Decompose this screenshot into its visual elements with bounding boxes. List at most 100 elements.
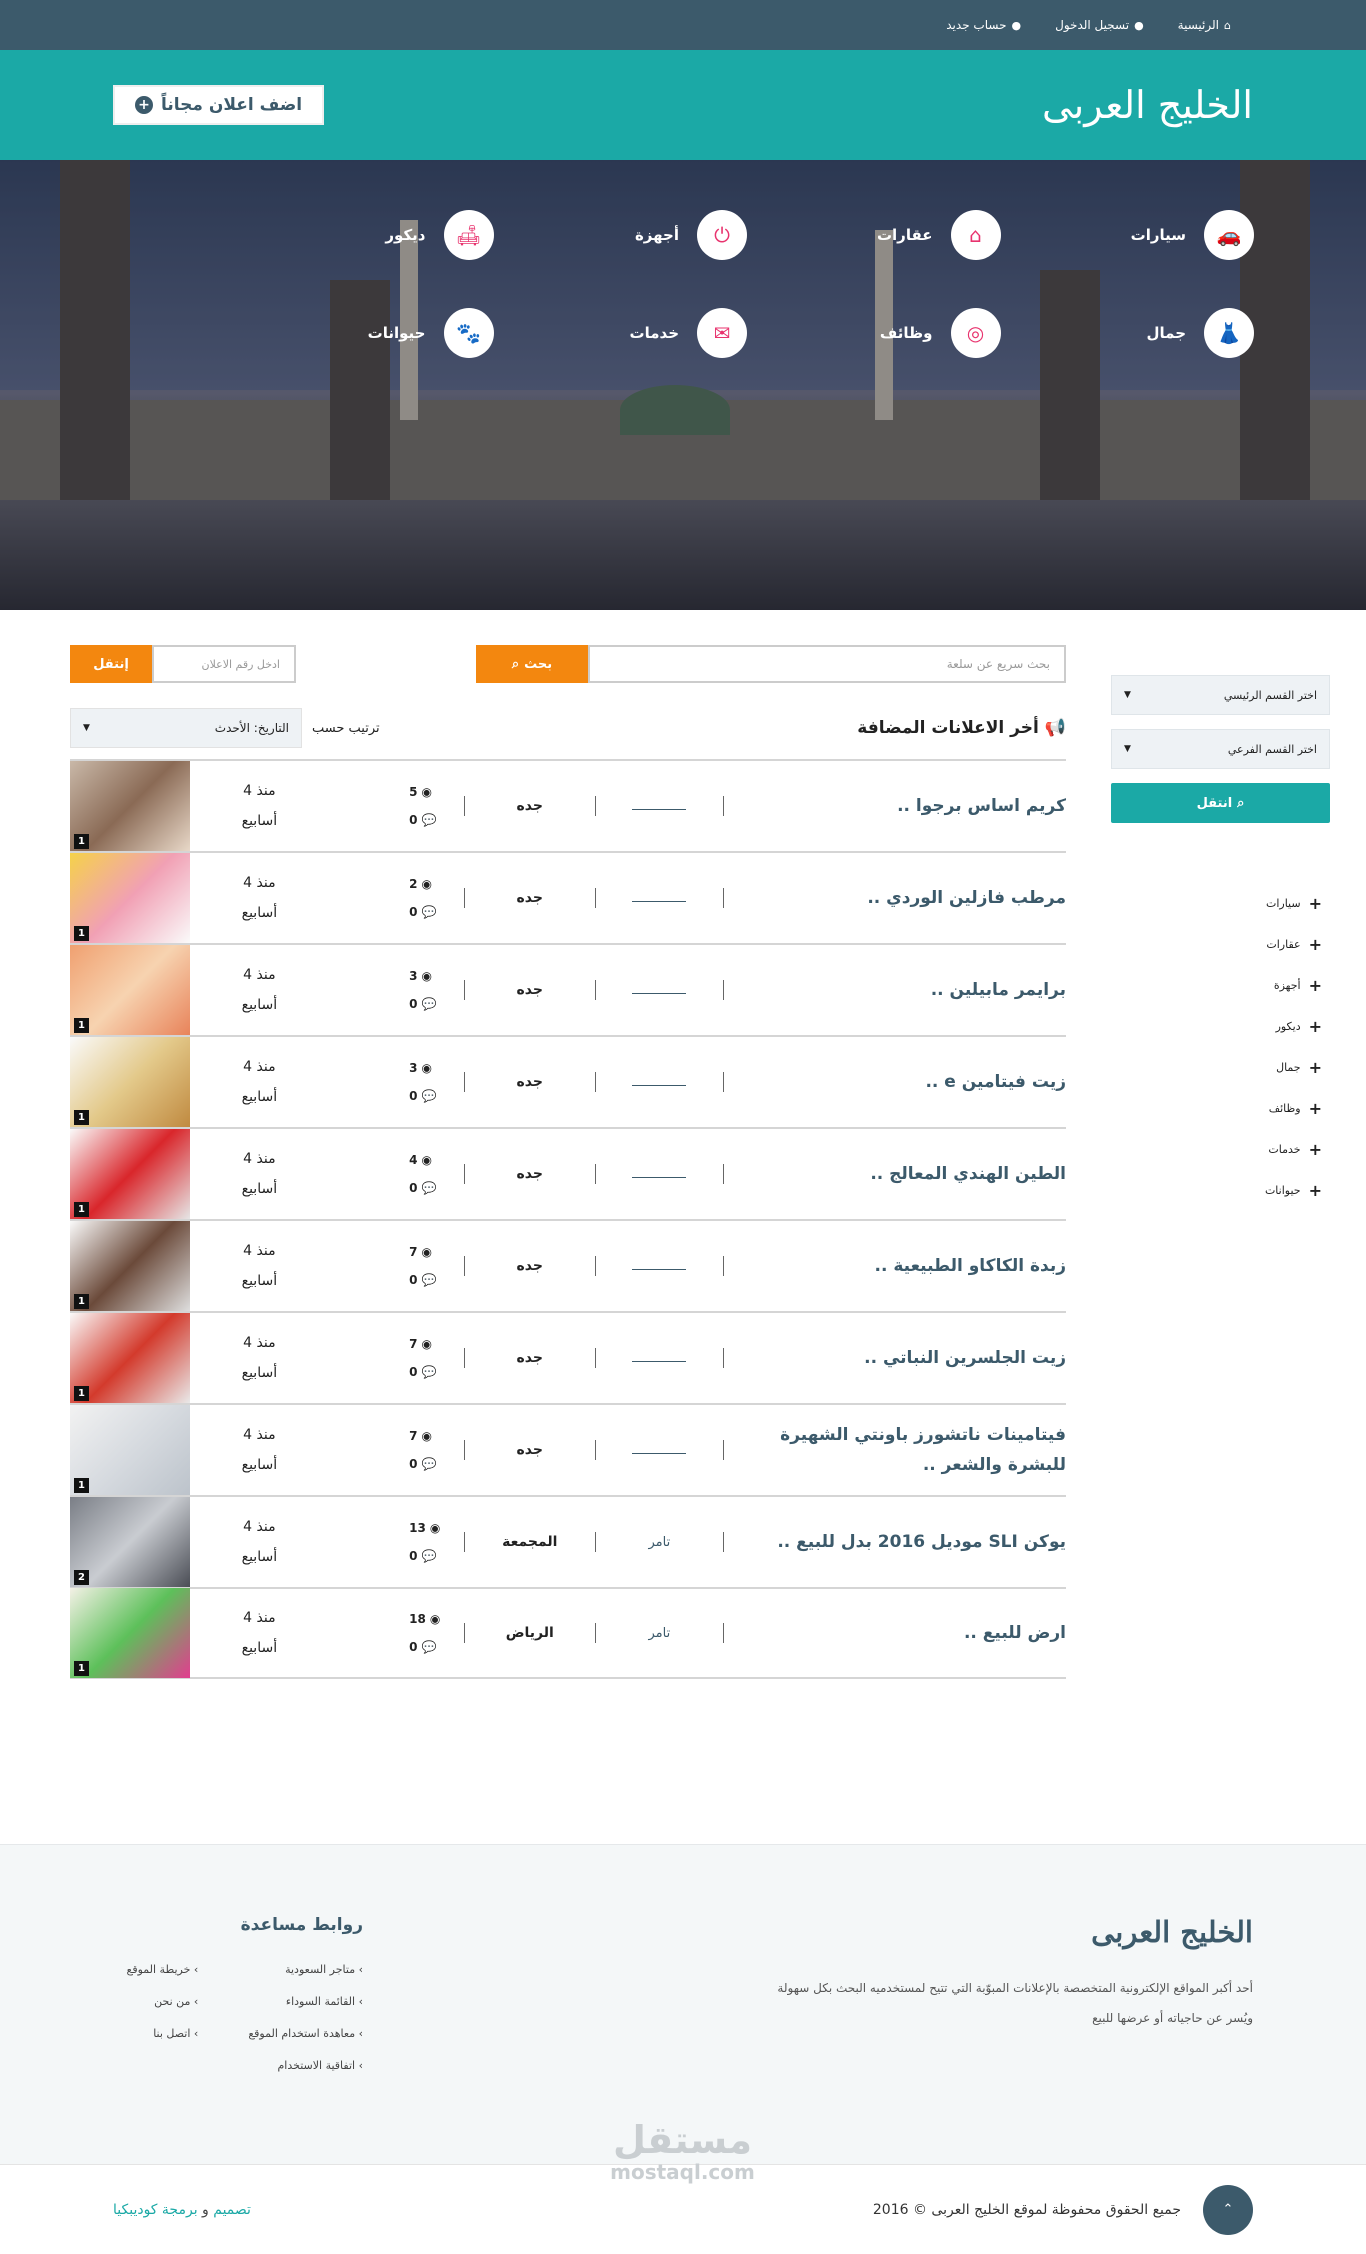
caret-down-icon: ▼ xyxy=(1124,744,1131,754)
category-real-estate[interactable]: ⌂ عقارات xyxy=(747,210,1001,260)
category-cars[interactable]: 🚗 سيارات xyxy=(1001,210,1254,260)
ad-thumbnail[interactable]: 1 xyxy=(69,1313,190,1403)
sidebar-item-beauty[interactable]: + جمال xyxy=(1111,1047,1322,1088)
sidebar-item-animals[interactable]: + حيوانات xyxy=(1111,1170,1322,1211)
ad-thumbnail[interactable]: 2 xyxy=(69,1497,190,1587)
footer-link[interactable]: › معاهدة استخدام الموقع xyxy=(248,2027,363,2059)
ad-owner[interactable] xyxy=(596,1075,724,1090)
chevron-up-icon: ⌃ xyxy=(1222,2202,1234,2217)
footer-link[interactable]: › من نحن xyxy=(126,1995,198,2027)
ad-thumbnail[interactable]: 1 xyxy=(69,1405,190,1495)
sidebar-item-cars[interactable]: + سيارات xyxy=(1111,883,1322,924)
ad-thumbnail[interactable]: 1 xyxy=(69,1221,190,1311)
ad-thumbnail[interactable]: 1 xyxy=(69,1129,190,1219)
sort-control: ترتيب حسب التاريخ: الأحدث ▼ xyxy=(70,708,380,748)
sidebar-item-jobs[interactable]: + وظائف xyxy=(1111,1088,1322,1129)
home-link[interactable]: ⌂ الرئيسية xyxy=(1178,18,1231,32)
ad-owner[interactable]: تامر xyxy=(596,1535,724,1550)
login-link[interactable]: ● تسجيل الدخول xyxy=(1055,18,1144,32)
ad-owner[interactable] xyxy=(596,1351,724,1366)
ad-owner[interactable]: تامر xyxy=(596,1626,724,1641)
credit-design-link[interactable]: تصميم xyxy=(213,2202,251,2218)
footer-link[interactable]: › اتصل بنا xyxy=(126,2027,198,2059)
ad-title[interactable]: برايمر مابيلين .. xyxy=(724,975,1066,1005)
divider xyxy=(463,1623,465,1643)
search-button[interactable]: بحث ⌕ xyxy=(476,645,588,683)
footer-logo[interactable]: الخليج العربى xyxy=(693,1915,1253,1949)
sub-category-select[interactable]: اختر القسم الفرعي ▼ xyxy=(1111,729,1330,769)
credit: تصميم و برمجة كوديبكيا xyxy=(113,2201,251,2218)
category-decor[interactable]: 🛋 ديكور xyxy=(240,210,494,260)
ad-title[interactable]: ارض للبيع .. xyxy=(724,1618,1066,1648)
ad-title[interactable]: الطين الهندي المعالج .. xyxy=(724,1159,1066,1189)
plus-icon: + xyxy=(1308,1017,1322,1036)
credit-programming-link[interactable]: برمجة كوديبكيا xyxy=(113,2202,198,2218)
ad-title[interactable]: زبدة الكاكاو الطبيعية .. xyxy=(724,1251,1066,1281)
quick-search-input[interactable]: بحث سريع عن سلعة xyxy=(588,645,1066,683)
comment-icon: 💬 xyxy=(421,997,437,1011)
divider xyxy=(594,1256,596,1276)
ad-title[interactable]: كريم اساس برجوا .. xyxy=(724,791,1066,821)
sidebar-go-button[interactable]: ⌕ انتقل xyxy=(1111,783,1330,823)
category-beauty[interactable]: 👗 جمال xyxy=(1001,308,1254,358)
sidebar-category-list: + سيارات + عقارات + أجهزة + ديكور + جمال + وظا… xyxy=(1111,883,1330,1211)
ad-title[interactable]: يوكن SLI موديل 2016 بدل للبيع .. xyxy=(724,1527,1066,1557)
ad-thumbnail[interactable]: 1 xyxy=(69,761,190,851)
footer-link[interactable]: › اتفاقية الاستخدام xyxy=(248,2059,363,2091)
ad-title[interactable]: فيتامينات ناتشورز باونتي الشهيرة للبشرة … xyxy=(724,1420,1066,1480)
add-ad-button[interactable]: اضف اعلان مجاناً + xyxy=(113,85,325,125)
site-logo[interactable]: الخليج العربى xyxy=(1042,83,1253,127)
category-devices[interactable]: ⏻ أجهزة xyxy=(494,210,747,260)
ad-title[interactable]: زيت الجلسرين النباتي .. xyxy=(724,1343,1066,1373)
ad-row[interactable]: ارض للبيع .. تامر الرياض ◉ 18 💬 0 منذ 4 أسا… xyxy=(69,1587,1066,1679)
ad-owner[interactable] xyxy=(596,891,724,906)
footer-link[interactable]: › خريطة الموقع xyxy=(126,1963,198,1995)
ad-row[interactable]: كريم اساس برجوا .. جده ◉ 5 💬 0 منذ 4 أسابيع… xyxy=(69,759,1066,851)
ad-thumbnail[interactable]: 1 xyxy=(69,945,190,1035)
category-animals[interactable]: 🐾 حيوانات xyxy=(240,308,494,358)
sidebar-item-real-estate[interactable]: + عقارات xyxy=(1111,924,1322,965)
category-jobs[interactable]: ◎ وظائف xyxy=(747,308,1001,358)
divider xyxy=(723,1348,725,1368)
ad-row[interactable]: زيت الجلسرين النباتي .. جده ◉ 7 💬 0 منذ 4أ… xyxy=(69,1311,1066,1403)
ad-row[interactable]: يوكن SLI موديل 2016 بدل للبيع .. تامر ال… xyxy=(69,1495,1066,1587)
ad-row[interactable]: فيتامينات ناتشورز باونتي الشهيرة للبشرة … xyxy=(69,1403,1066,1495)
ad-row[interactable]: زبدة الكاكاو الطبيعية .. جده ◉ 7 💬 0 منذ 4… xyxy=(69,1219,1066,1311)
eye-icon: ◉ xyxy=(421,1153,432,1167)
image-count-badge: 1 xyxy=(73,1294,89,1309)
plus-icon: + xyxy=(1308,1140,1322,1159)
ad-row[interactable]: الطين الهندي المعالج .. جده ◉ 4 💬 0 منذ 4أ… xyxy=(69,1127,1066,1219)
comment-icon: 💬 xyxy=(421,1365,437,1379)
sidebar-item-devices[interactable]: + أجهزة xyxy=(1111,965,1322,1006)
main-category-select[interactable]: اختر القسم الرئيسي ▼ xyxy=(1111,675,1330,715)
ad-owner[interactable] xyxy=(596,799,724,814)
divider xyxy=(723,796,725,816)
comment-icon: 💬 xyxy=(421,1640,437,1654)
ad-owner[interactable] xyxy=(596,983,724,998)
ad-title[interactable]: مرطب فازلين الوردي .. xyxy=(724,883,1066,913)
category-services[interactable]: ✉ خدمات xyxy=(494,308,747,358)
sort-select[interactable]: التاريخ: الأحدث ▼ xyxy=(70,708,302,748)
divider xyxy=(463,888,465,908)
ad-title[interactable]: زيت فيتامين e .. xyxy=(724,1067,1066,1097)
sidebar-item-decor[interactable]: + ديكور xyxy=(1111,1006,1322,1047)
register-link[interactable]: ● حساب جديد xyxy=(946,18,1021,32)
scroll-top-button[interactable]: ⌃ xyxy=(1203,2184,1253,2235)
ad-thumbnail[interactable]: 1 xyxy=(69,853,190,943)
ad-row[interactable]: برايمر مابيلين .. جده ◉ 3 💬 0 منذ 4 أسابيع … xyxy=(69,943,1066,1035)
sidebar-item-services[interactable]: + خدمات xyxy=(1111,1129,1322,1170)
ad-thumbnail[interactable]: 1 xyxy=(69,1037,190,1127)
ad-number-input[interactable]: ادخل رقم الاعلان xyxy=(152,645,296,683)
ad-owner[interactable] xyxy=(596,1259,724,1274)
footer-link[interactable]: › القائمة السوداء xyxy=(248,1995,363,2027)
ad-owner[interactable] xyxy=(596,1167,724,1182)
footer-link[interactable]: › متاجر السعودية xyxy=(248,1963,363,1995)
eye-icon: ◉ xyxy=(421,969,432,983)
ad-owner[interactable] xyxy=(596,1443,724,1458)
ad-row[interactable]: زيت فيتامين e .. جده ◉ 3 💬 0 منذ 4 أسابيع 1 xyxy=(69,1035,1066,1127)
footer: الخليج العربى أحد أكبر المواقع الإلكترون… xyxy=(0,1844,1366,2184)
footer-about: الخليج العربى أحد أكبر المواقع الإلكترون… xyxy=(693,1915,1253,2164)
ad-number-go-button[interactable]: إنتقل xyxy=(70,645,152,683)
ad-row[interactable]: مرطب فازلين الوردي .. جده ◉ 2 💬 0 منذ 4 أسا… xyxy=(69,851,1066,943)
ad-thumbnail[interactable]: 1 xyxy=(69,1588,190,1678)
